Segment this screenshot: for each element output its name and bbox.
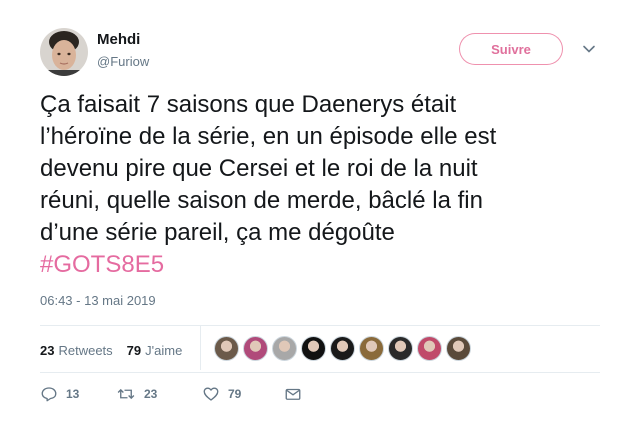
divider xyxy=(40,372,600,373)
liker-avatar[interactable] xyxy=(243,336,268,361)
tweet-text: Ça faisait 7 saisons que Daenerys était … xyxy=(40,89,610,281)
reply-icon xyxy=(41,387,57,402)
liker-avatar[interactable] xyxy=(359,336,384,361)
user-handle[interactable]: @Furiow xyxy=(97,54,149,69)
follow-button[interactable]: Suivre xyxy=(459,33,563,65)
liker-avatar[interactable] xyxy=(272,336,297,361)
display-name[interactable]: Mehdi xyxy=(97,31,140,48)
liker-avatar[interactable] xyxy=(301,336,326,361)
likes-stat[interactable]: 79 J'aime xyxy=(127,343,183,358)
retweets-stat[interactable]: 23 Retweets xyxy=(40,343,113,358)
heart-icon xyxy=(203,387,219,401)
engagement-stats: 23 Retweets 79 J'aime xyxy=(40,340,196,360)
liker-avatar[interactable] xyxy=(417,336,442,361)
retweet-icon xyxy=(117,388,135,400)
tweet-card: Mehdi @Furiow Suivre Ça faisait 7 saison… xyxy=(0,0,640,435)
likes-count: 79 xyxy=(126,342,142,358)
liker-avatar[interactable] xyxy=(446,336,471,361)
tweet-body: Ça faisait 7 saisons que Daenerys était … xyxy=(40,91,497,246)
divider xyxy=(40,325,600,326)
likes-label: J'aime xyxy=(145,342,183,358)
retweet-count: 23 xyxy=(144,387,158,401)
retweet-action[interactable]: 23 xyxy=(116,385,202,403)
liker-avatar[interactable] xyxy=(214,336,239,361)
tweet-actions: 13 23 79 xyxy=(40,385,310,403)
like-count: 79 xyxy=(228,387,242,401)
mail-icon xyxy=(285,388,301,400)
like-action[interactable]: 79 xyxy=(202,385,284,403)
chevron-down-icon[interactable] xyxy=(582,42,596,56)
liker-avatar[interactable] xyxy=(330,336,355,361)
liker-avatars xyxy=(214,336,475,361)
tweet-timestamp[interactable]: 06:43 - 13 mai 2019 xyxy=(40,293,156,308)
reply-count: 13 xyxy=(66,387,80,401)
stats-separator xyxy=(200,326,201,370)
reply-action[interactable]: 13 xyxy=(40,385,116,403)
hashtag-link[interactable]: #GOTS8E5 xyxy=(40,251,164,278)
retweets-count: 23 xyxy=(40,342,55,358)
avatar[interactable] xyxy=(40,28,88,76)
direct-message-action[interactable] xyxy=(284,385,310,403)
liker-avatar[interactable] xyxy=(388,336,413,361)
retweets-label: Retweets xyxy=(58,342,113,358)
